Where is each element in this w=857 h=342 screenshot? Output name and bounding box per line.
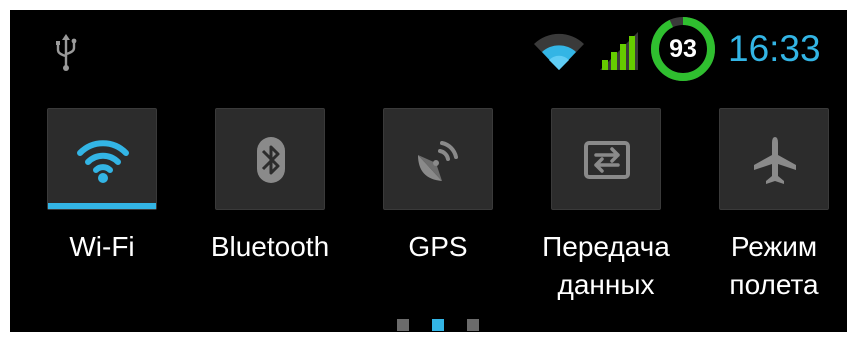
wifi-icon	[77, 140, 129, 183]
airplane-mode-toggle[interactable]	[719, 108, 829, 210]
phone-screen: 93 16:33 Wi-Fi Bluetooth GPS Передача да…	[10, 10, 847, 332]
gps-icon	[418, 141, 458, 181]
tile-label-wifi: Wi-Fi	[69, 231, 135, 262]
status-bar: 93 16:33	[10, 10, 847, 86]
wifi-toggle[interactable]	[47, 108, 157, 210]
tile-label-airplane-mode: Режим полета	[729, 231, 819, 300]
page-indicator-dot	[397, 319, 409, 331]
tile-label-gps: GPS	[408, 231, 468, 262]
battery-level: 93	[669, 35, 697, 63]
usb-icon	[56, 34, 77, 71]
mobile-data-toggle[interactable]	[551, 108, 661, 210]
tile-label-mobile-data: Передача данных	[542, 231, 670, 300]
bluetooth-toggle[interactable]	[215, 108, 325, 210]
gps-toggle[interactable]	[383, 108, 493, 210]
airplane-icon	[754, 137, 796, 184]
page-indicator-dot-active	[432, 319, 444, 331]
signal-icon	[600, 32, 638, 70]
bluetooth-icon	[257, 137, 285, 183]
page-indicator-dot	[467, 319, 479, 331]
wifi-icon	[534, 33, 584, 70]
data-transfer-icon	[584, 141, 630, 179]
clock: 16:33	[728, 28, 821, 69]
tile-label-bluetooth: Bluetooth	[210, 231, 330, 262]
active-indicator	[48, 203, 156, 209]
